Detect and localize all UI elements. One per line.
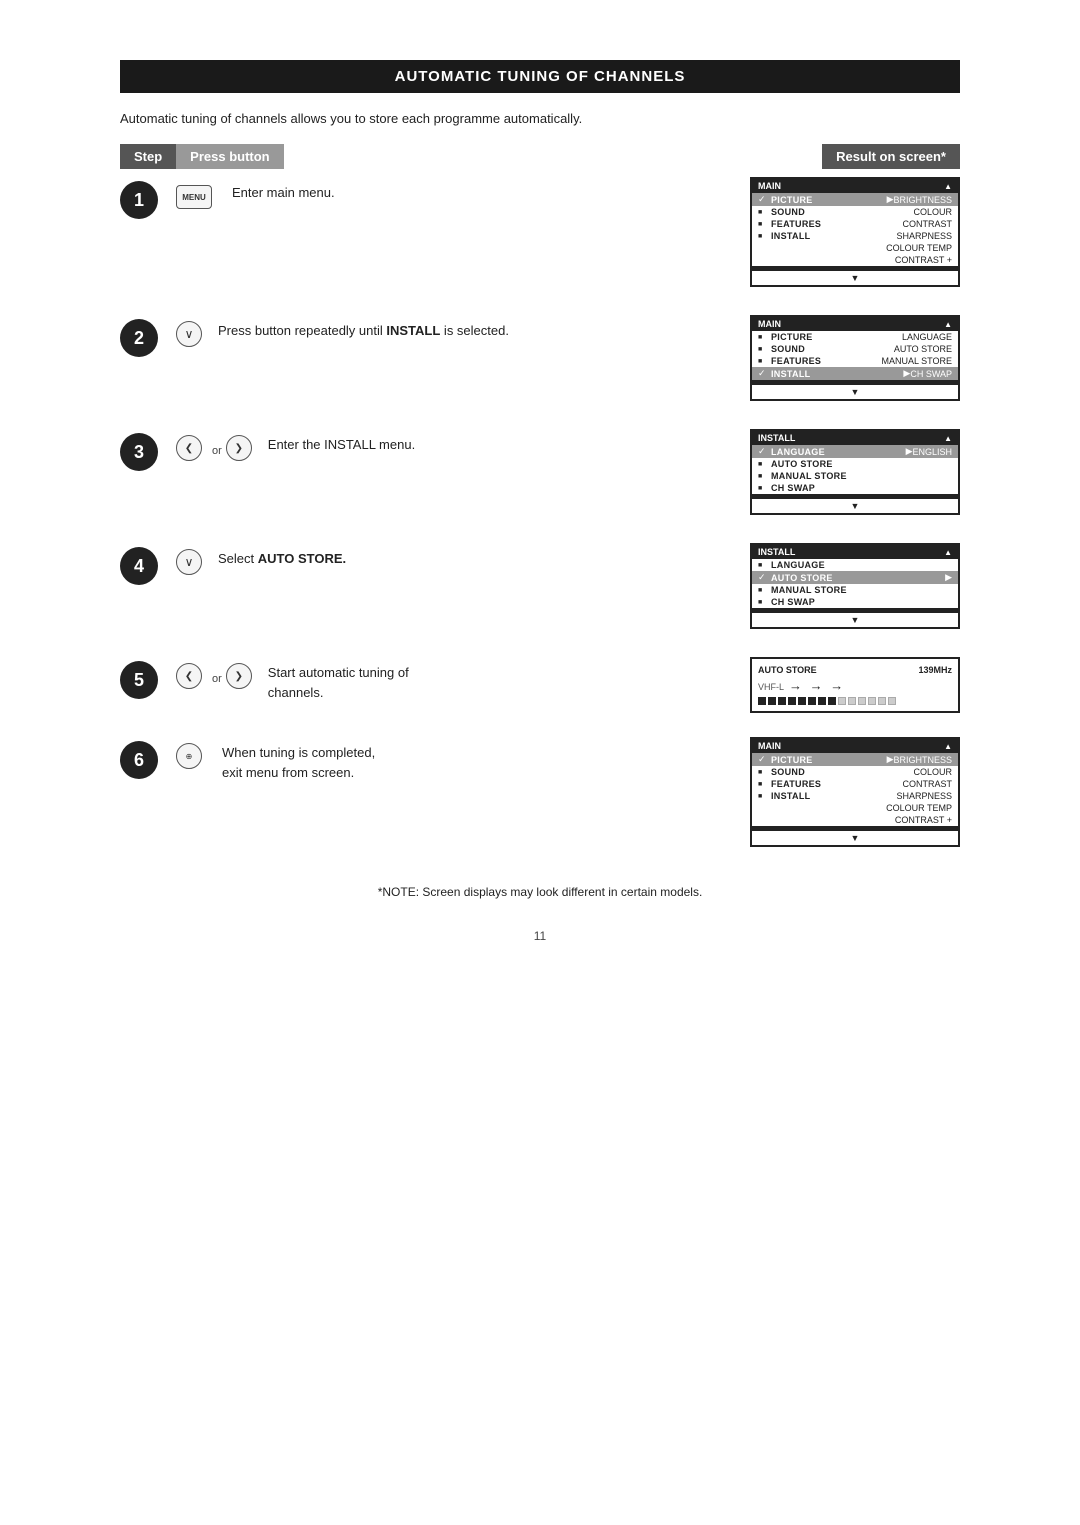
or-text: or [212, 673, 222, 685]
screen-menu-row: ■FEATURESCONTRAST [752, 218, 958, 230]
step-number: 5 [120, 661, 158, 699]
step-row: 3 ❮ or ❯ Enter the INSTALL menu. INSTALL▲✓LAN… [120, 429, 960, 519]
menu-screen: MAIN▲■PICTURELANGUAGE■SOUNDAUTO STORE■FE… [750, 315, 960, 401]
page-number: 11 [120, 929, 960, 943]
step-number: 2 [120, 319, 158, 357]
step-result: INSTALL▲■LANGUAGE✓AUTO STORE▶■MANUAL STO… [750, 543, 960, 633]
or-text: or [212, 445, 222, 457]
down-button-icon: ∨ [176, 321, 202, 347]
screen-menu-row: ■PICTURELANGUAGE [752, 331, 958, 343]
step-row: 4 ∨ Select AUTO STORE. INSTALL▲■LANGUAGE✓AU… [120, 543, 960, 633]
screen-menu-row: ■MANUAL STORE [752, 584, 958, 596]
menu-screen: MAIN▲✓PICTURE▶BRIGHTNESS■SOUNDCOLOUR■FEA… [750, 177, 960, 287]
screen-menu-row: ■AUTO STORE [752, 458, 958, 470]
step-row: 2 ∨ Press button repeatedly until INSTALL … [120, 315, 960, 405]
screen-menu-row: ■FEATURESCONTRAST [752, 778, 958, 790]
ok-button-icon: ⊕ [176, 743, 202, 769]
header-result: Result on screen* [822, 144, 960, 169]
step-instruction: ∨ Press button repeatedly until INSTALL i… [176, 315, 726, 347]
screen-menu-row: ■FEATURESMANUAL STORE [752, 355, 958, 367]
step-result: AUTO STORE139MHzVHF-L → → → [750, 657, 960, 713]
button-icons: ∨ [176, 321, 208, 347]
right-button-icon: ❯ [226, 663, 252, 689]
step-number: 6 [120, 741, 158, 779]
screen-menu-row: ✓LANGUAGE▶ENGLISH [752, 445, 958, 458]
screen-menu-row: ✓INSTALL▶CH SWAP [752, 367, 958, 380]
right-button-icon: ❯ [226, 435, 252, 461]
progress-screen: AUTO STORE139MHzVHF-L → → → [750, 657, 960, 713]
screen-menu-row: CONTRAST + [752, 254, 958, 266]
left-button-icon: ❮ [176, 435, 202, 461]
screen-menu-row: CONTRAST + [752, 814, 958, 826]
header-step: Step [120, 144, 176, 169]
step-result: MAIN▲✓PICTURE▶BRIGHTNESS■SOUNDCOLOUR■FEA… [750, 737, 960, 851]
header-row: Step Press button Result on screen* [120, 144, 960, 169]
button-icons: ⊕ [176, 743, 212, 769]
button-icons: ∨ [176, 549, 208, 575]
step-row: 6 ⊕ When tuning is completed,exit menu fro… [120, 737, 960, 851]
step-result: MAIN▲■PICTURELANGUAGE■SOUNDAUTO STORE■FE… [750, 315, 960, 405]
step-instruction: ⊕ When tuning is completed,exit menu from… [176, 737, 726, 782]
screen-menu-row: ■SOUNDCOLOUR [752, 766, 958, 778]
screen-menu-row: COLOUR TEMP [752, 802, 958, 814]
step-result: MAIN▲✓PICTURE▶BRIGHTNESS■SOUNDCOLOUR■FEA… [750, 177, 960, 291]
header-press: Press button [176, 144, 283, 169]
step-row: 1 MENU Enter main menu. MAIN▲✓PICTURE▶BRIGH… [120, 177, 960, 291]
steps-area: 1 MENU Enter main menu. MAIN▲✓PICTURE▶BRIGH… [120, 177, 960, 875]
screen-menu-row: ✓AUTO STORE▶ [752, 571, 958, 584]
page-title: AUTOMATIC TUNING OF CHANNELS [120, 60, 960, 93]
screen-menu-row: ✓PICTURE▶BRIGHTNESS [752, 753, 958, 766]
menu-screen: INSTALL▲■LANGUAGE✓AUTO STORE▶■MANUAL STO… [750, 543, 960, 629]
step-instruction: ∨ Select AUTO STORE. [176, 543, 726, 575]
step-instruction: ❮ or ❯ Start automatic tuning ofchannels. [176, 657, 726, 702]
button-icons: ❮ or ❯ [176, 435, 258, 461]
step-number: 1 [120, 181, 158, 219]
screen-menu-row: ■INSTALLSHARPNESS [752, 790, 958, 802]
instruction-text: Select AUTO STORE. [218, 549, 346, 569]
note-text: *NOTE: Screen displays may look differen… [120, 885, 960, 899]
button-icons: MENU [176, 183, 222, 209]
menu-screen: INSTALL▲✓LANGUAGE▶ENGLISH■AUTO STORE■MAN… [750, 429, 960, 515]
instruction-text: Start automatic tuning ofchannels. [268, 663, 409, 702]
step-number: 3 [120, 433, 158, 471]
step-instruction: ❮ or ❯ Enter the INSTALL menu. [176, 429, 726, 461]
down-button-icon: ∨ [176, 549, 202, 575]
instruction-text: Enter the INSTALL menu. [268, 435, 415, 455]
screen-menu-row: ■CH SWAP [752, 482, 958, 494]
screen-menu-row: ■CH SWAP [752, 596, 958, 608]
screen-menu-row: ■SOUNDAUTO STORE [752, 343, 958, 355]
screen-menu-row: ■SOUNDCOLOUR [752, 206, 958, 218]
button-icons: ❮ or ❯ [176, 663, 258, 689]
instruction-text: Press button repeatedly until INSTALL is… [218, 321, 509, 341]
instruction-text: When tuning is completed,exit menu from … [222, 743, 375, 782]
screen-menu-row: ✓PICTURE▶BRIGHTNESS [752, 193, 958, 206]
instruction-text: Enter main menu. [232, 183, 335, 203]
screen-menu-row: ■MANUAL STORE [752, 470, 958, 482]
step-result: INSTALL▲✓LANGUAGE▶ENGLISH■AUTO STORE■MAN… [750, 429, 960, 519]
menu-screen: MAIN▲✓PICTURE▶BRIGHTNESS■SOUNDCOLOUR■FEA… [750, 737, 960, 847]
left-button-icon: ❮ [176, 663, 202, 689]
intro-text: Automatic tuning of channels allows you … [120, 111, 960, 126]
screen-menu-row: ■INSTALLSHARPNESS [752, 230, 958, 242]
step-instruction: MENU Enter main menu. [176, 177, 726, 209]
step-row: 5 ❮ or ❯ Start automatic tuning ofchannels. A… [120, 657, 960, 713]
screen-menu-row: ■LANGUAGE [752, 559, 958, 571]
screen-menu-row: COLOUR TEMP [752, 242, 958, 254]
step-number: 4 [120, 547, 158, 585]
menu-button-icon: MENU [176, 185, 212, 209]
